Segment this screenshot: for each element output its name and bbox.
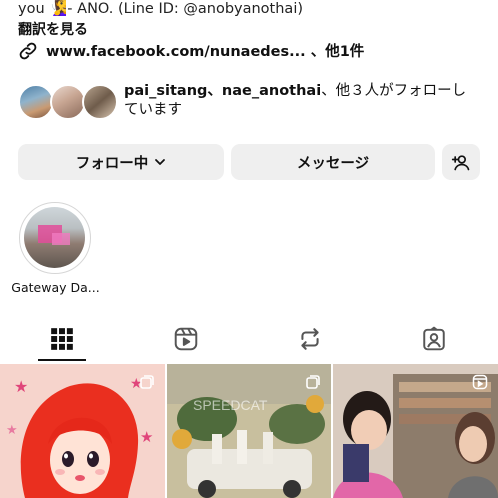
svg-text:★: ★: [6, 423, 18, 438]
external-link[interactable]: www.facebook.com/nunaedes... 、他1件: [18, 40, 364, 61]
svg-text:★: ★: [14, 377, 28, 396]
post-overlay-text: SPEEDCAT: [193, 397, 268, 413]
add-user-icon: [451, 155, 470, 171]
link-icon: [19, 42, 37, 59]
tab-reposts[interactable]: [248, 316, 372, 362]
reposts-icon: [301, 328, 319, 350]
chevron-down-icon: [155, 159, 166, 165]
active-tab-indicator: [38, 359, 86, 361]
following-button[interactable]: フォロー中: [18, 144, 224, 180]
following-label: フォロー中: [75, 155, 149, 172]
avatar: [18, 84, 54, 120]
profile-tabs: [0, 316, 498, 362]
highlight-label: Gateway Da...: [11, 280, 100, 295]
carousel-icon: [140, 375, 154, 389]
follower-avatars: [18, 84, 118, 122]
svg-text:★: ★: [140, 428, 153, 446]
bio-text: you 🧏‍♀️- ANO. (Line ID: @anobyanothai): [18, 1, 304, 17]
followed-by[interactable]: pai_sitang、nae_anothai、他３人がフォローしています: [18, 82, 488, 122]
grid-icon: [51, 328, 73, 350]
avatar: [50, 84, 86, 120]
highlight-ring: [19, 202, 91, 274]
reels-icon: [174, 327, 198, 351]
message-label: メッセージ: [296, 155, 370, 172]
see-translation-link[interactable]: 翻訳を見る: [18, 19, 88, 39]
post-thumbnail[interactable]: ★ ★ ★ ★: [0, 364, 165, 498]
tab-tagged[interactable]: [372, 316, 496, 362]
carousel-icon: [306, 375, 320, 389]
followed-by-text: pai_sitang、nae_anothai、他３人がフォローしています: [124, 82, 474, 120]
post-thumbnail[interactable]: SPEEDCAT: [167, 364, 331, 498]
link-text: www.facebook.com/nunaedes... 、他1件: [46, 44, 365, 60]
add-user-button[interactable]: [442, 144, 480, 180]
post-grid: ★ ★ ★ ★ SPEEDCAT: [0, 364, 498, 498]
tab-reels[interactable]: [124, 316, 248, 362]
avatar: [82, 84, 118, 120]
reel-icon: [472, 374, 488, 390]
post-thumbnail[interactable]: [333, 364, 498, 498]
message-button[interactable]: メッセージ: [231, 144, 435, 180]
highlight-cover: [24, 207, 85, 268]
follower-names: pai_sitang、nae_anothai: [124, 83, 322, 99]
tab-posts[interactable]: [0, 316, 124, 362]
tagged-icon: [423, 326, 445, 351]
